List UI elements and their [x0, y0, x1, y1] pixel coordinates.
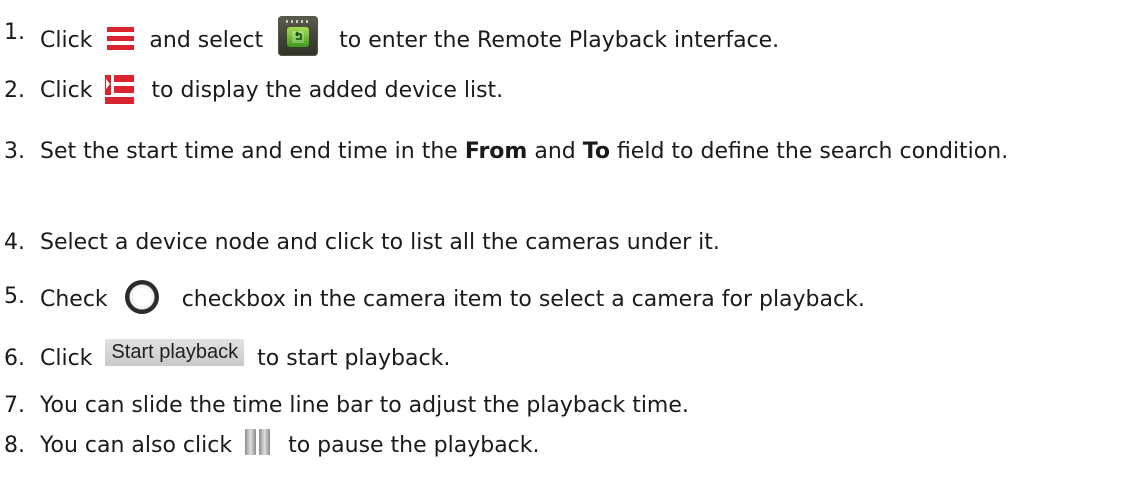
- pause-icon: [245, 429, 271, 455]
- device-list-icon: [105, 74, 135, 104]
- step-number: 1.: [4, 20, 25, 45]
- round-checkbox-icon: [124, 280, 159, 314]
- remote-playback-icon: [278, 16, 319, 56]
- step-text: Click Start playback to start playback.: [40, 339, 451, 371]
- step-number: 3.: [4, 139, 25, 164]
- instruction-steps: 1. Click and select to enter the Remote …: [0, 0, 1126, 488]
- step-text: You can slide the time line bar to adjus…: [40, 393, 689, 418]
- hamburger-menu-icon: [107, 26, 135, 50]
- step-number: 8.: [4, 433, 25, 458]
- step-text: Check checkbox in the camera item to sel…: [40, 280, 865, 320]
- start-playback-button: Start playback: [105, 339, 245, 366]
- step-text: Select a device node and click to list a…: [40, 230, 720, 255]
- step-number: 2.: [4, 78, 25, 103]
- step-number: 6.: [4, 346, 25, 371]
- step-number: 7.: [4, 393, 25, 418]
- step-text: You can also click to pause the playback…: [40, 429, 540, 463]
- step-number: 4.: [4, 230, 25, 255]
- step-text: Set the start time and end time in the F…: [40, 139, 1009, 164]
- step-text: Click and select to enter the Remote Pla…: [40, 16, 779, 66]
- step-number: 5.: [4, 284, 25, 309]
- step-text: Click to display the added device list.: [40, 74, 503, 108]
